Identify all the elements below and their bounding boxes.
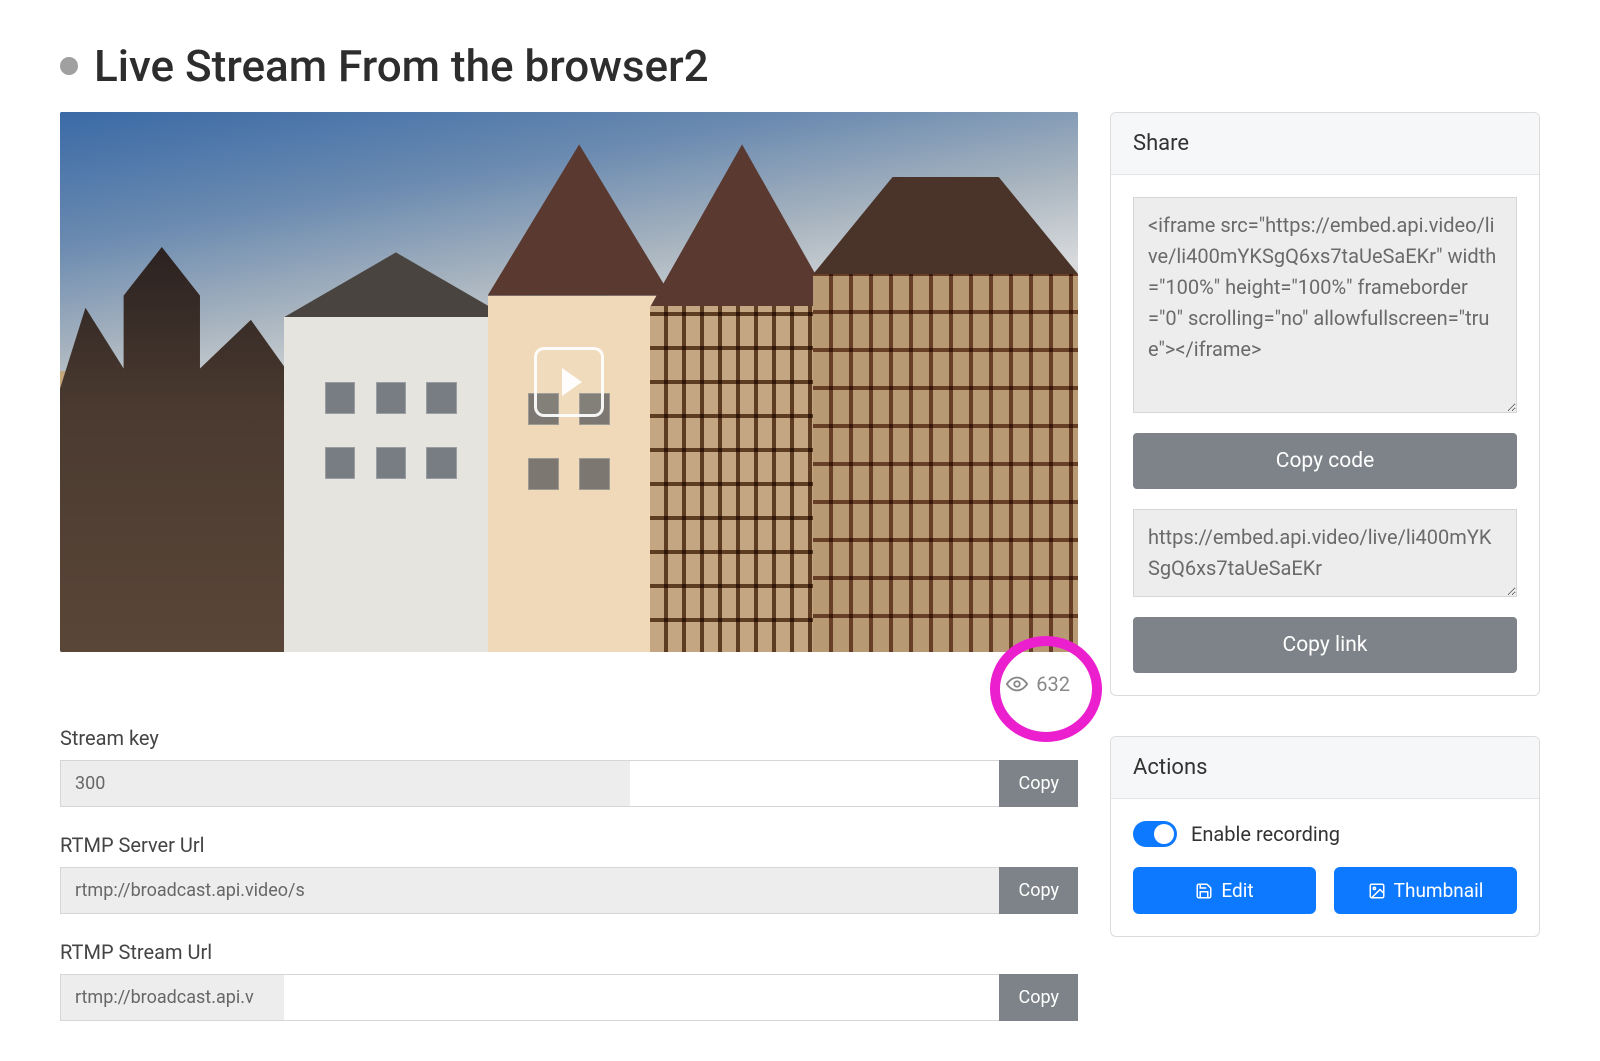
copy-stream-key-button[interactable]: Copy bbox=[999, 760, 1078, 807]
play-button-icon[interactable] bbox=[534, 347, 604, 417]
copy-rtmp-stream-button[interactable]: Copy bbox=[999, 974, 1078, 1021]
actions-panel-title: Actions bbox=[1111, 737, 1539, 799]
save-icon bbox=[1195, 882, 1213, 900]
input-spacer bbox=[630, 760, 999, 807]
rtmp-server-block: RTMP Server Url Copy bbox=[60, 833, 1078, 914]
enable-recording-label: Enable recording bbox=[1191, 822, 1340, 846]
share-panel: Share Copy code Copy link bbox=[1110, 112, 1540, 696]
copy-code-button[interactable]: Copy code bbox=[1133, 433, 1517, 489]
views-count: 632 bbox=[1036, 672, 1070, 696]
thumbnail-button-label: Thumbnail bbox=[1394, 879, 1484, 902]
eye-icon bbox=[1006, 673, 1028, 695]
edit-button-label: Edit bbox=[1221, 879, 1253, 902]
image-icon bbox=[1368, 882, 1386, 900]
rtmp-server-label: RTMP Server Url bbox=[60, 833, 1078, 857]
copy-link-button[interactable]: Copy link bbox=[1133, 617, 1517, 673]
video-preview[interactable] bbox=[60, 112, 1078, 652]
status-dot-icon bbox=[60, 57, 78, 75]
stream-key-input[interactable] bbox=[60, 760, 630, 807]
input-spacer bbox=[284, 974, 1000, 1021]
actions-panel: Actions Enable recording Edit bbox=[1110, 736, 1540, 937]
share-link-textarea[interactable] bbox=[1133, 509, 1517, 597]
page-header: Live Stream From the browser2 bbox=[60, 40, 1540, 92]
rtmp-stream-label: RTMP Stream Url bbox=[60, 940, 1078, 964]
rtmp-server-input[interactable] bbox=[60, 867, 999, 914]
share-panel-title: Share bbox=[1111, 113, 1539, 175]
stream-key-label: Stream key bbox=[60, 726, 1078, 750]
enable-recording-toggle[interactable] bbox=[1133, 821, 1177, 847]
rtmp-stream-block: RTMP Stream Url Copy bbox=[60, 940, 1078, 1021]
copy-rtmp-server-button[interactable]: Copy bbox=[999, 867, 1078, 914]
edit-button[interactable]: Edit bbox=[1133, 867, 1316, 914]
page-title: Live Stream From the browser2 bbox=[94, 40, 709, 92]
embed-code-textarea[interactable] bbox=[1133, 197, 1517, 413]
stream-key-block: Stream key Copy bbox=[60, 726, 1078, 807]
rtmp-stream-input[interactable] bbox=[60, 974, 284, 1021]
thumbnail-button[interactable]: Thumbnail bbox=[1334, 867, 1517, 914]
views-row: 632 bbox=[60, 652, 1078, 700]
